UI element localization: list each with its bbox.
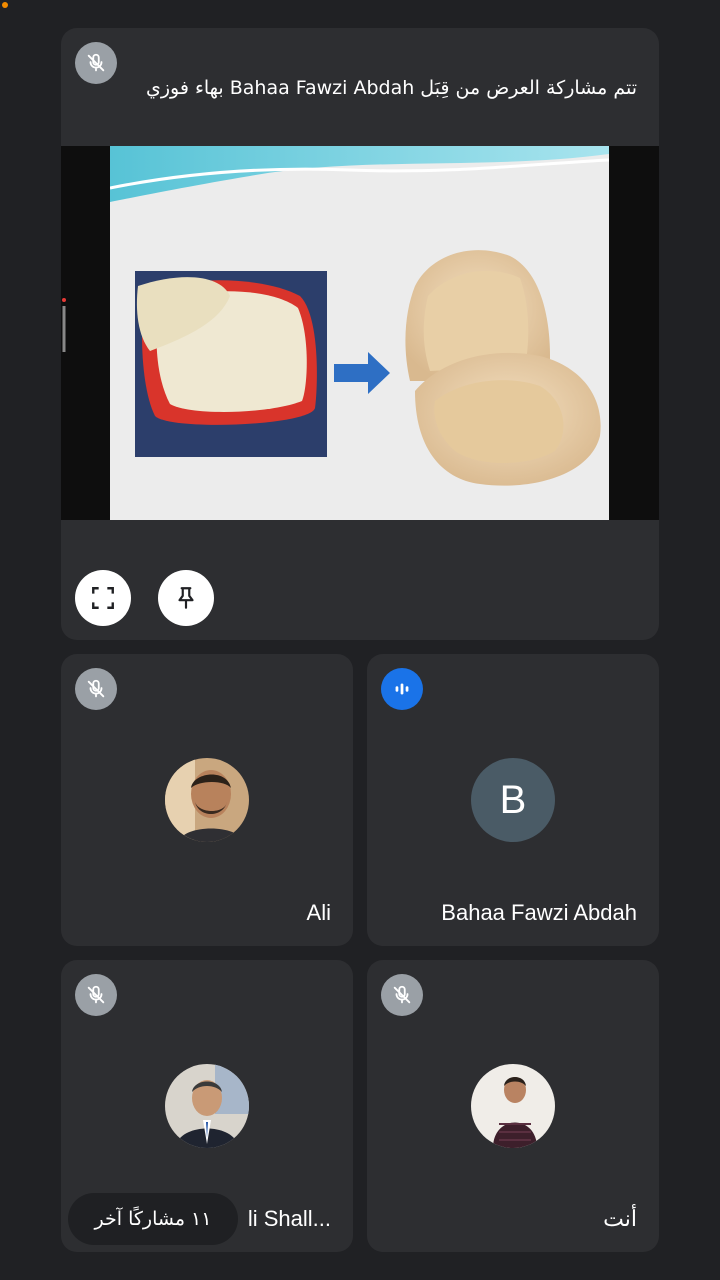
participant-name: Ali [306, 900, 331, 925]
pin-button[interactable] [158, 570, 214, 626]
pin-icon [178, 587, 194, 609]
mic-off-icon [75, 42, 117, 84]
avatar [165, 1064, 249, 1148]
participant-name: أنت [603, 1206, 637, 1231]
participant-tile-ali[interactable]: Ali [61, 654, 353, 946]
avatar: B [471, 758, 555, 842]
participant-tile-bahaa[interactable]: B Bahaa Fawzi Abdah [367, 654, 659, 946]
participant-tile-you[interactable]: أنت [367, 960, 659, 1252]
presentation-tile[interactable]: تتم مشاركة العرض من قِبَل Bahaa Fawzi Ab… [61, 28, 659, 640]
participant-name: li Shall... [247, 1206, 331, 1231]
speaking-indicator-icon [381, 668, 423, 710]
shared-screen [61, 146, 659, 520]
screen-recorder-label [62, 298, 66, 352]
mic-off-icon [75, 668, 117, 710]
mic-off-icon [381, 974, 423, 1016]
recording-indicator-dot [2, 2, 8, 8]
avatar [471, 1064, 555, 1148]
fullscreen-button[interactable] [75, 570, 131, 626]
presentation-caption: تتم مشاركة العرض من قِبَل Bahaa Fawzi Ab… [145, 77, 637, 99]
participant-name: Bahaa Fawzi Abdah [441, 900, 637, 925]
other-participants-chip[interactable]: ١١ مشاركًا آخر [68, 1193, 238, 1245]
avatar [165, 758, 249, 842]
slide-graphic [110, 146, 609, 520]
mic-off-icon [75, 974, 117, 1016]
fullscreen-icon [92, 587, 114, 609]
slide [110, 146, 609, 520]
